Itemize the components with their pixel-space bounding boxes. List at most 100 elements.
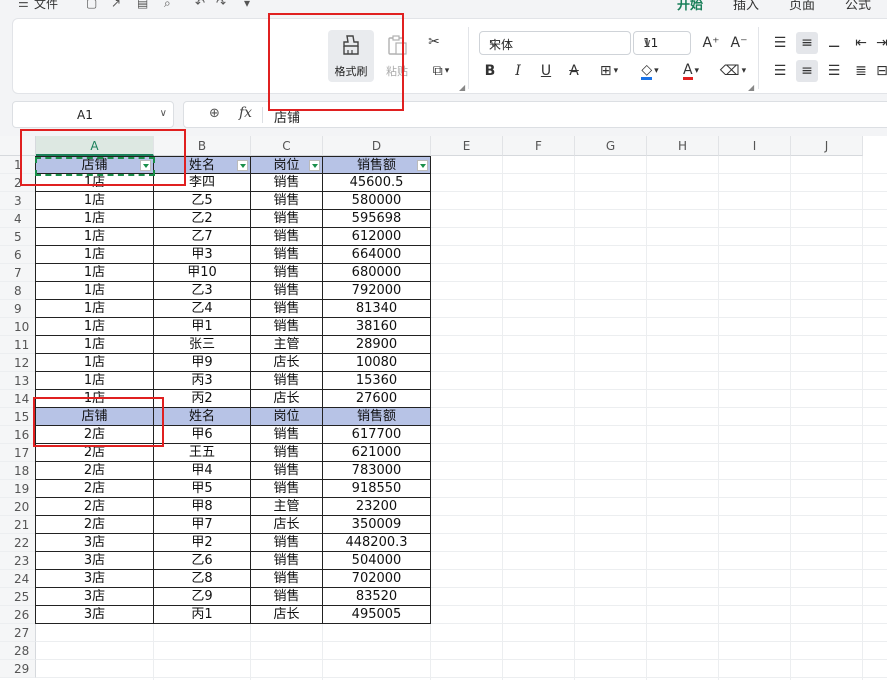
table-cell[interactable]: 主管 — [251, 336, 323, 354]
table-cell[interactable]: 10080 — [323, 354, 431, 372]
table-cell[interactable]: 1店 — [35, 318, 154, 336]
header-cell[interactable]: 岗位 — [251, 156, 323, 174]
table-cell[interactable]: 2店 — [35, 498, 154, 516]
table-cell[interactable]: 店长 — [251, 516, 323, 534]
tab-formula[interactable]: 公式 — [845, 0, 871, 12]
table-cell[interactable]: 店长 — [251, 390, 323, 408]
row-header[interactable]: 19 — [0, 480, 36, 498]
table-cell[interactable]: 1店 — [35, 390, 154, 408]
row-header[interactable]: 29 — [0, 660, 36, 678]
table-cell[interactable]: 2店 — [35, 516, 154, 534]
chevron-down-icon[interactable]: ∨ — [160, 108, 167, 119]
header-cell[interactable]: 店铺 — [35, 156, 154, 174]
table-cell[interactable]: 23200 — [323, 498, 431, 516]
table-cell[interactable]: 617700 — [323, 426, 431, 444]
align-bottom-button[interactable]: ⚊ — [823, 32, 845, 54]
table-cell[interactable]: 3店 — [35, 570, 154, 588]
table-cell[interactable]: 664000 — [323, 246, 431, 264]
table-cell[interactable]: 448200.3 — [323, 534, 431, 552]
row-header[interactable]: 25 — [0, 588, 36, 606]
table-cell[interactable]: 15360 — [323, 372, 431, 390]
decrease-font-button[interactable]: A⁻ — [728, 32, 750, 54]
table-cell[interactable]: 2店 — [35, 480, 154, 498]
header-cell[interactable]: 店铺 — [35, 408, 154, 426]
formula-input[interactable]: 店铺 — [274, 107, 300, 126]
table-cell[interactable]: 销售 — [251, 534, 323, 552]
name-box[interactable]: A1 ∨ — [12, 101, 174, 128]
clipboard-dialog-launcher-icon[interactable]: ◢ — [459, 83, 465, 92]
redo-icon[interactable]: ↷ — [216, 0, 226, 10]
table-cell[interactable]: 销售 — [251, 588, 323, 606]
row-header[interactable]: 1 — [0, 156, 36, 174]
table-cell[interactable]: 81340 — [323, 300, 431, 318]
function-icon[interactable]: fx — [239, 105, 252, 121]
table-cell[interactable]: 580000 — [323, 192, 431, 210]
select-all-corner[interactable] — [0, 136, 36, 156]
table-cell[interactable]: 销售 — [251, 264, 323, 282]
table-cell[interactable]: 乙7 — [154, 228, 251, 246]
row-header[interactable]: 14 — [0, 390, 36, 408]
table-cell[interactable]: 702000 — [323, 570, 431, 588]
table-cell[interactable]: 主管 — [251, 498, 323, 516]
table-cell[interactable]: 丙3 — [154, 372, 251, 390]
row-header[interactable]: 5 — [0, 228, 36, 246]
row-header[interactable]: 27 — [0, 624, 36, 642]
copy-button[interactable]: ⧉ ▾ — [425, 60, 457, 82]
row-header[interactable]: 28 — [0, 642, 36, 660]
row-header[interactable]: 13 — [0, 372, 36, 390]
table-cell[interactable]: 甲6 — [154, 426, 251, 444]
table-cell[interactable]: 2店 — [35, 426, 154, 444]
align-center-button[interactable]: ≡ — [796, 60, 818, 82]
column-header-d[interactable]: D — [323, 136, 431, 156]
table-cell[interactable]: 王五 — [154, 444, 251, 462]
table-cell[interactable]: 27600 — [323, 390, 431, 408]
table-cell[interactable]: 乙8 — [154, 570, 251, 588]
table-cell[interactable]: 乙6 — [154, 552, 251, 570]
table-cell[interactable]: 783000 — [323, 462, 431, 480]
table-cell[interactable]: 甲9 — [154, 354, 251, 372]
save-icon[interactable]: ▢ — [86, 0, 97, 10]
table-cell[interactable]: 595698 — [323, 210, 431, 228]
table-cell[interactable]: 1店 — [35, 336, 154, 354]
table-cell[interactable]: 甲4 — [154, 462, 251, 480]
table-cell[interactable]: 销售 — [251, 570, 323, 588]
table-cell[interactable]: 1店 — [35, 174, 154, 192]
tab-home[interactable]: 开始 — [677, 0, 703, 12]
row-header[interactable]: 8 — [0, 282, 36, 300]
row-header[interactable]: 21 — [0, 516, 36, 534]
table-cell[interactable]: 83520 — [323, 588, 431, 606]
menu-file[interactable]: 文件 — [34, 0, 58, 12]
table-cell[interactable]: 甲7 — [154, 516, 251, 534]
header-cell[interactable]: 姓名 — [154, 156, 251, 174]
table-cell[interactable]: 乙4 — [154, 300, 251, 318]
table-cell[interactable]: 2店 — [35, 462, 154, 480]
table-cell[interactable]: 甲10 — [154, 264, 251, 282]
table-cell[interactable]: 销售 — [251, 174, 323, 192]
fill-color-button[interactable]: ◇ ▾ — [633, 60, 667, 82]
align-left-button[interactable]: ☰ — [769, 60, 791, 82]
tab-page[interactable]: 页面 — [789, 0, 815, 12]
table-cell[interactable]: 3店 — [35, 588, 154, 606]
table-cell[interactable]: 350009 — [323, 516, 431, 534]
table-cell[interactable]: 乙2 — [154, 210, 251, 228]
increase-font-button[interactable]: A⁺ — [700, 32, 722, 54]
decrease-indent-button[interactable]: ⇤ — [850, 32, 872, 54]
increase-indent-button[interactable]: ⇥ — [875, 32, 887, 54]
table-cell[interactable]: 1店 — [35, 354, 154, 372]
font-dialog-launcher-icon[interactable]: ◢ — [748, 83, 754, 92]
table-cell[interactable]: 1店 — [35, 264, 154, 282]
table-cell[interactable]: 销售 — [251, 444, 323, 462]
column-header-c[interactable]: C — [251, 136, 323, 156]
table-cell[interactable]: 销售 — [251, 426, 323, 444]
row-header[interactable]: 16 — [0, 426, 36, 444]
hamburger-icon[interactable]: ☰ — [18, 0, 29, 10]
font-color-button[interactable]: A ▾ — [674, 60, 708, 82]
table-cell[interactable]: 李四 — [154, 174, 251, 192]
header-cell[interactable]: 岗位 — [251, 408, 323, 426]
table-cell[interactable]: 甲3 — [154, 246, 251, 264]
tab-insert[interactable]: 插入 — [733, 0, 759, 12]
table-cell[interactable]: 销售 — [251, 300, 323, 318]
table-cell[interactable]: 38160 — [323, 318, 431, 336]
row-header[interactable]: 3 — [0, 192, 36, 210]
justify-button[interactable]: ≣ — [850, 60, 872, 82]
